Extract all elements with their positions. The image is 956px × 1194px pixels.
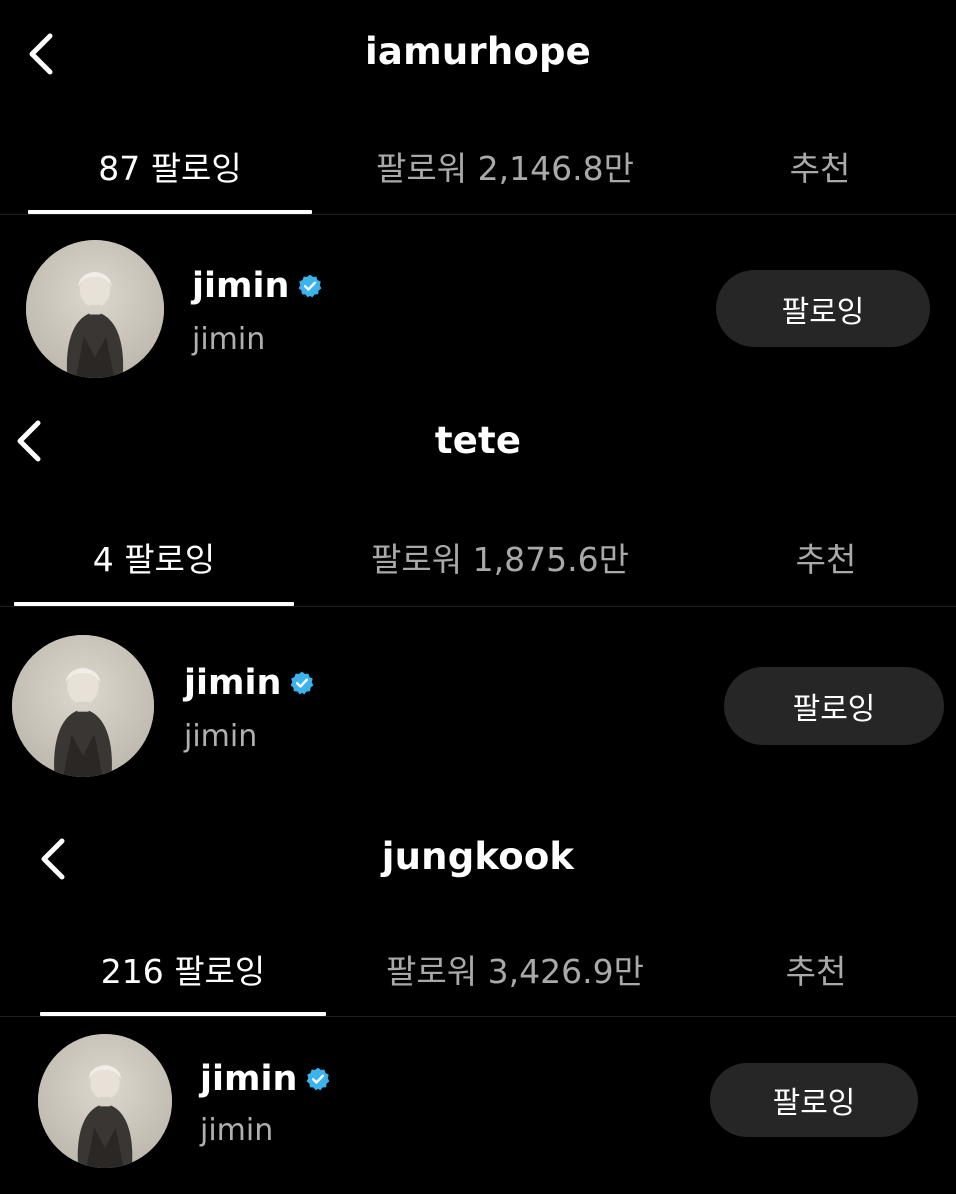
profile-panel-iamurhope: iamurhope 87 팔로잉 팔로워 2,146.8만 추천 jimin j… — [0, 0, 956, 395]
tab-following[interactable]: 87 팔로잉 — [28, 142, 312, 190]
display-name: jimin — [192, 322, 266, 357]
tab-recommended[interactable]: 추천 — [726, 533, 926, 581]
tab-following[interactable]: 4 팔로잉 — [14, 533, 294, 581]
tab-divider — [0, 1016, 956, 1017]
verified-badge-icon — [305, 1066, 331, 1092]
page-title: iamurhope — [365, 30, 591, 73]
tab-followers[interactable]: 팔로워 2,146.8만 — [340, 142, 670, 190]
username[interactable]: jimin — [200, 1059, 331, 1099]
username-text: jimin — [192, 266, 290, 306]
verified-badge-icon — [297, 273, 323, 299]
avatar[interactable] — [12, 635, 154, 777]
avatar-photo — [26, 240, 164, 378]
page-title: tete — [434, 419, 522, 462]
avatar-photo — [38, 1034, 172, 1168]
verified-badge-icon — [289, 670, 315, 696]
avatar[interactable] — [26, 240, 164, 378]
tab-following[interactable]: 216 팔로잉 — [40, 945, 326, 993]
username[interactable]: jimin — [184, 663, 315, 703]
display-name: jimin — [200, 1113, 274, 1148]
tab-recommended[interactable]: 추천 — [720, 142, 920, 190]
username-text: jimin — [184, 663, 282, 703]
username[interactable]: jimin — [192, 266, 323, 306]
tab-recommended[interactable]: 추천 — [716, 945, 916, 993]
following-button[interactable]: 팔로잉 — [716, 270, 930, 347]
avatar-photo — [12, 635, 154, 777]
username-text: jimin — [200, 1059, 298, 1099]
following-button[interactable]: 팔로잉 — [710, 1063, 918, 1137]
tab-followers[interactable]: 팔로워 3,426.9만 — [350, 945, 680, 993]
avatar[interactable] — [38, 1034, 172, 1168]
display-name: jimin — [184, 719, 258, 754]
tab-followers[interactable]: 팔로워 1,875.6만 — [330, 533, 670, 581]
profile-panel-jungkook: jungkook 216 팔로잉 팔로워 3,426.9만 추천 jimin j… — [0, 815, 956, 1194]
profile-panel-tete: tete 4 팔로잉 팔로워 1,875.6만 추천 jimin jimin 팔… — [0, 395, 956, 815]
following-button[interactable]: 팔로잉 — [724, 667, 944, 745]
tab-divider — [0, 606, 956, 607]
page-title: jungkook — [381, 835, 575, 878]
tab-divider — [0, 214, 956, 215]
